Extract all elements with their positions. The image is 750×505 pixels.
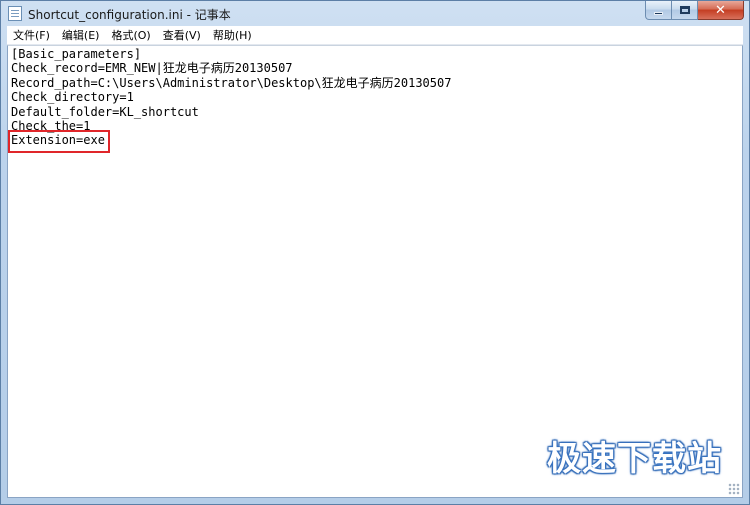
text-line[interactable]: Check_record=EMR_NEW|狂龙电子病历20130507	[11, 61, 451, 75]
menu-format[interactable]: 格式(O)	[105, 27, 156, 43]
maximize-button[interactable]	[672, 1, 698, 20]
menu-bar: 文件(F) 编辑(E) 格式(O) 查看(V) 帮助(H)	[7, 26, 743, 45]
notepad-icon[interactable]	[8, 6, 22, 21]
window-title: Shortcut_configuration.ini - 记事本	[28, 8, 231, 22]
title-bar[interactable]: Shortcut_configuration.ini - 记事本 ✕	[1, 1, 749, 25]
red-highlight-box	[8, 130, 110, 153]
watermark-logo: 极速下载站	[547, 439, 722, 479]
close-icon: ✕	[715, 2, 726, 18]
text-line[interactable]: Record_path=C:\Users\Administrator\Deskt…	[11, 76, 451, 90]
text-line[interactable]: [Basic_parameters]	[11, 47, 451, 61]
minimize-icon	[654, 12, 663, 15]
text-line[interactable]: Default_folder=KL_shortcut	[11, 105, 451, 119]
menu-help[interactable]: 帮助(H)	[207, 27, 258, 43]
caption-buttons: ✕	[645, 1, 744, 21]
minimize-button[interactable]	[645, 1, 672, 20]
menu-view[interactable]: 查看(V)	[157, 27, 207, 43]
text-line[interactable]: Check_directory=1	[11, 90, 451, 104]
menu-edit[interactable]: 编辑(E)	[56, 27, 106, 43]
notepad-window: Shortcut_configuration.ini - 记事本 ✕ 文件(F)…	[0, 0, 750, 505]
maximize-icon	[679, 6, 690, 14]
menu-file[interactable]: 文件(F)	[7, 27, 56, 43]
resize-grip-icon[interactable]	[728, 483, 740, 495]
close-button[interactable]: ✕	[698, 1, 744, 20]
text-editor-area[interactable]: [Basic_parameters] Check_record=EMR_NEW|…	[7, 45, 743, 498]
